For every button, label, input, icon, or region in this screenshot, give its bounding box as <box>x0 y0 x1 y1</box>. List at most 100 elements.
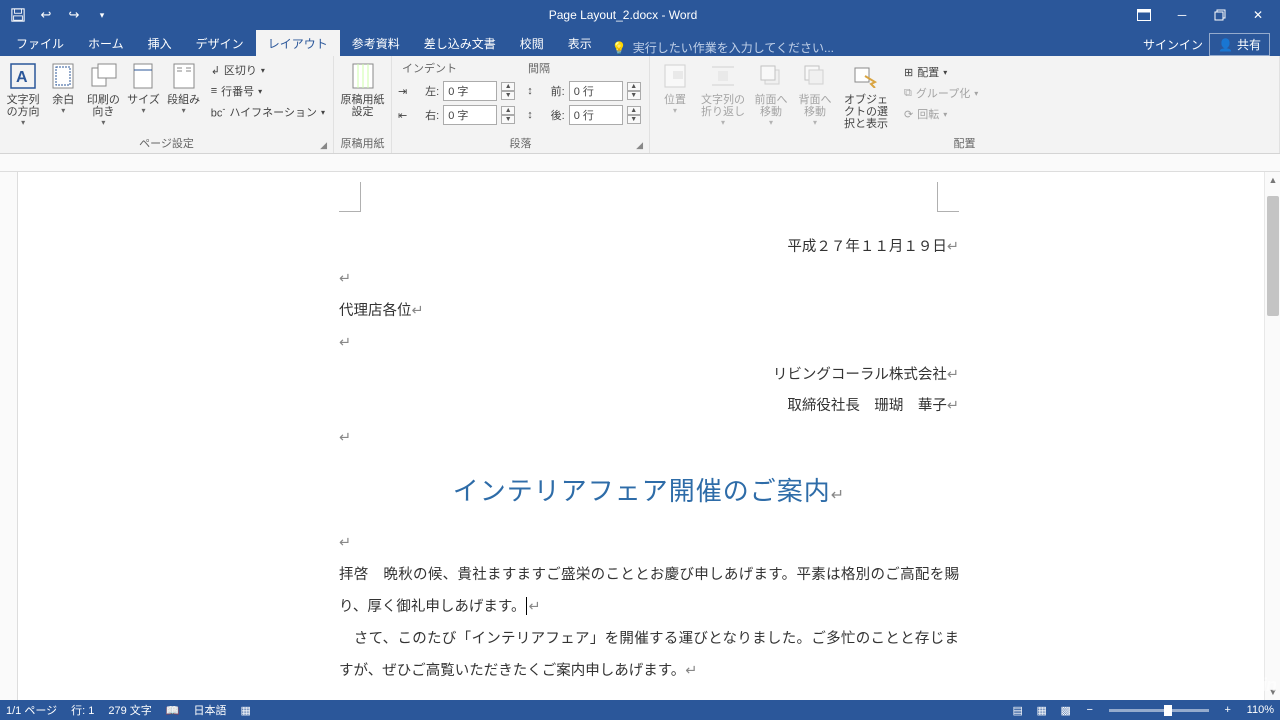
spacing-after-up[interactable]: ▲ <box>627 106 641 115</box>
orientation-button[interactable]: 印刷の向き▾ <box>84 58 122 130</box>
indent-left-input[interactable]: 0 字 <box>443 81 497 101</box>
empty-para-3: ↵ <box>339 423 959 455</box>
zoom-slider-knob[interactable] <box>1164 705 1172 716</box>
doc-company: リビングコーラル株式会社↵ <box>339 360 959 392</box>
tab-mailings[interactable]: 差し込み文書 <box>412 30 508 56</box>
redo-button[interactable]: ↪ <box>62 3 86 27</box>
selection-pane-icon <box>850 60 882 92</box>
view-web-layout[interactable]: ▩ <box>1055 701 1077 719</box>
spacing-before-icon: ↕ <box>527 85 533 97</box>
indent-right-down[interactable]: ▼ <box>501 115 515 124</box>
line-numbers-button[interactable]: ≡行番号 ▾ <box>207 81 329 101</box>
paragraph-group-label: 段落◢ <box>396 133 645 153</box>
svg-text:A: A <box>16 69 28 86</box>
margins-button[interactable]: 余白▾ <box>44 58 82 118</box>
bring-forward-button: 前面へ移動▾ <box>750 58 792 130</box>
doc-body-1: 拝啓 晩秋の候、貴社ますますご盛栄のこととお慶び申しあげます。平素は格別のご高配… <box>339 560 959 624</box>
page-setup-group-label: ページ設定◢ <box>4 133 329 153</box>
bring-forward-icon <box>755 60 787 92</box>
maximize-button[interactable] <box>1202 1 1238 29</box>
indent-left-icon: ⇥ <box>398 85 407 98</box>
size-button[interactable]: サイズ▾ <box>124 58 162 118</box>
tell-me-placeholder: 実行したい作業を入力してください... <box>633 39 834 56</box>
spacing-after-down[interactable]: ▼ <box>627 115 641 124</box>
manuscript-group-label: 原稿用紙 <box>338 133 387 153</box>
hyphenation-icon: bc- <box>211 104 226 120</box>
tab-references[interactable]: 参考資料 <box>340 30 412 56</box>
doc-sender: 取締役社長 珊瑚 華子↵ <box>339 391 959 423</box>
spacing-before-input[interactable]: 0 行 <box>569 81 623 101</box>
lightbulb-icon: 💡 <box>612 41 627 55</box>
close-button[interactable]: ✕ <box>1240 1 1276 29</box>
page[interactable]: 平成２７年１１月１９日↵ ↵ 代理店各位↵ ↵ リビングコーラル株式会社↵ 取締… <box>209 172 1089 700</box>
indent-right-up[interactable]: ▲ <box>501 106 515 115</box>
page-setup-dialog-launcher[interactable]: ◢ <box>320 140 327 151</box>
spacing-before-down[interactable]: ▼ <box>627 91 641 100</box>
minimize-button[interactable]: ─ <box>1164 1 1200 29</box>
doc-date: 平成２７年１１月１９日↵ <box>339 192 959 264</box>
scroll-up-arrow[interactable]: ▲ <box>1265 172 1280 188</box>
ribbon-display-options[interactable] <box>1126 1 1162 29</box>
indent-right-icon: ⇤ <box>398 109 407 122</box>
zoom-in-button[interactable]: + <box>1217 701 1239 719</box>
align-icon: ⊞ <box>904 66 913 79</box>
tell-me-search[interactable]: 💡 実行したい作業を入力してください... <box>604 39 1143 56</box>
indent-left-down[interactable]: ▼ <box>501 91 515 100</box>
text-direction-icon: A <box>7 60 39 92</box>
indent-left-up[interactable]: ▲ <box>501 82 515 91</box>
text-direction-button[interactable]: A 文字列の方向▾ <box>4 58 42 130</box>
group-objects-button[interactable]: ⧉グループ化 ▾ <box>900 83 982 103</box>
rotate-button[interactable]: ⟳回転 ▾ <box>900 104 982 124</box>
indent-right-input[interactable]: 0 字 <box>443 105 497 125</box>
tab-view[interactable]: 表示 <box>556 30 604 56</box>
spacing-before-up[interactable]: ▲ <box>627 82 641 91</box>
doc-recipient: 代理店各位↵ <box>339 296 959 328</box>
view-print-layout[interactable]: ▦ <box>1031 701 1053 719</box>
empty-para-4: ↵ <box>339 528 959 560</box>
spacing-after-input[interactable]: 0 行 <box>569 105 623 125</box>
share-button[interactable]: 👤 共有 <box>1209 33 1270 56</box>
columns-button[interactable]: 段組み▾ <box>165 58 203 118</box>
group-icon: ⧉ <box>904 87 912 100</box>
horizontal-ruler[interactable] <box>0 154 1280 172</box>
document-viewport[interactable]: 平成２７年１１月１９日↵ ↵ 代理店各位↵ ↵ リビングコーラル株式会社↵ 取締… <box>18 172 1280 700</box>
status-language[interactable]: 日本語 <box>194 702 227 718</box>
breaks-icon: ↲ <box>211 64 220 77</box>
paragraph-dialog-launcher[interactable]: ◢ <box>636 140 643 151</box>
tab-design[interactable]: デザイン <box>184 30 256 56</box>
hyphenation-button[interactable]: bc-ハイフネーション ▾ <box>207 102 329 122</box>
zoom-out-button[interactable]: − <box>1079 701 1101 719</box>
doc-heading: インテリアフェア開催のご案内↵ <box>339 455 959 528</box>
scroll-thumb[interactable] <box>1267 196 1279 316</box>
spacing-section-label: 間隔 <box>522 60 648 78</box>
selection-pane-button[interactable]: オブジェクトの選択と表示 <box>838 58 894 132</box>
size-icon <box>127 60 159 92</box>
tab-file[interactable]: ファイル <box>4 30 76 56</box>
tab-layout[interactable]: レイアウト <box>256 30 340 56</box>
tab-review[interactable]: 校閲 <box>508 30 556 56</box>
manuscript-button[interactable]: 原稿用紙設定 <box>338 58 387 120</box>
view-read-mode[interactable]: ▤ <box>1007 701 1029 719</box>
status-proofing-icon[interactable]: 📖 <box>166 704 180 717</box>
status-page[interactable]: 1/1 ページ <box>6 702 57 718</box>
signin-link[interactable]: サインイン <box>1143 36 1203 53</box>
status-macro-icon[interactable]: ▦ <box>241 704 251 717</box>
vertical-ruler[interactable] <box>0 172 18 700</box>
linkedin-watermark: Linked in <box>1206 675 1276 696</box>
status-word-count[interactable]: 279 文字 <box>108 702 151 718</box>
undo-button[interactable]: ↩ <box>34 3 58 27</box>
line-numbers-icon: ≡ <box>211 85 217 97</box>
save-button[interactable] <box>6 3 30 27</box>
tab-insert[interactable]: 挿入 <box>136 30 184 56</box>
columns-icon <box>168 60 200 92</box>
breaks-button[interactable]: ↲区切り ▾ <box>207 60 329 80</box>
zoom-slider[interactable] <box>1109 709 1209 712</box>
tab-home[interactable]: ホーム <box>76 30 136 56</box>
vertical-scrollbar[interactable]: ▲ ▼ <box>1264 172 1280 700</box>
rotate-icon: ⟳ <box>904 108 913 121</box>
qat-customize[interactable]: ▾ <box>90 3 114 27</box>
align-button[interactable]: ⊞配置 ▾ <box>900 62 982 82</box>
wrap-text-button: 文字列の折り返し▾ <box>698 58 748 130</box>
status-line[interactable]: 行: 1 <box>71 702 94 718</box>
zoom-level[interactable]: 110% <box>1247 704 1274 716</box>
